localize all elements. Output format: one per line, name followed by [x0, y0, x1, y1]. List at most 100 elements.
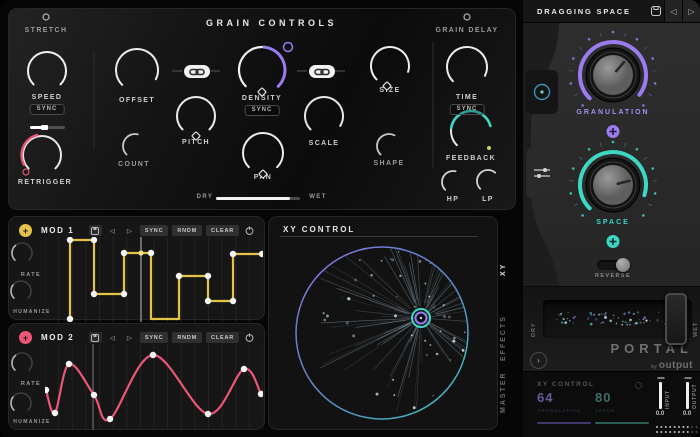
mod2-humanize-knob[interactable]	[13, 390, 41, 418]
space-value-label: SPACE	[595, 408, 615, 413]
granulation-value-label: GRANULATION	[537, 408, 581, 413]
density-knob[interactable]	[237, 45, 287, 95]
preset-save-button[interactable]	[647, 0, 664, 22]
power-icon	[245, 226, 254, 235]
mod1-color-dot[interactable]: +	[19, 224, 32, 237]
mod1-power-button[interactable]	[243, 225, 256, 236]
space-knob[interactable]	[581, 153, 645, 217]
mod2-rate-label: RATE	[21, 381, 41, 387]
granulation-add-mod-button[interactable]	[607, 125, 620, 138]
tab-effects[interactable]: EFFECTS	[500, 312, 522, 364]
granulation-knob[interactable]	[581, 43, 645, 107]
feedback-label: FEEDBACK	[446, 155, 496, 162]
input-value: 0.0	[653, 411, 667, 417]
plus-icon: +	[23, 333, 28, 343]
density-label: DENSITY	[242, 95, 282, 102]
expand-chevron-button[interactable]: ›	[530, 352, 547, 369]
mod2-clear-button[interactable]: CLEAR	[206, 332, 239, 343]
drywet-slider[interactable]	[216, 197, 300, 200]
chain-link-icon	[189, 68, 205, 76]
mod2-power-button[interactable]	[243, 332, 256, 343]
plus-icon	[610, 238, 617, 245]
grain-delay-toggle[interactable]	[457, 11, 477, 35]
mod1-save-button[interactable]	[89, 225, 102, 236]
preset-prev-button[interactable]: ◁	[664, 0, 682, 22]
sliders-view-tab[interactable]	[526, 148, 558, 198]
size-knob[interactable]	[369, 45, 411, 87]
reverse-toggle-knob[interactable]	[616, 258, 630, 272]
input-meter-label: INPUT	[665, 382, 671, 409]
shape-label: SHAPE	[373, 160, 404, 167]
space-label: SPACE	[596, 219, 630, 226]
pitch-label: PITCH	[182, 139, 210, 146]
pitch-knob[interactable]	[175, 95, 217, 137]
tab-master[interactable]: MASTER	[500, 368, 522, 416]
space-add-mod-button[interactable]	[607, 235, 620, 248]
mod1-rndm-button[interactable]: RNDM	[172, 225, 202, 236]
save-icon	[651, 6, 661, 16]
mod2-prev-button[interactable]: ◁	[106, 332, 119, 343]
scale-label: SCALE	[309, 140, 340, 147]
retrigger-label: RETRIGGER	[18, 179, 72, 186]
output-brand: output	[659, 360, 693, 371]
stretch-toggle[interactable]	[36, 11, 56, 35]
space-underline	[595, 422, 649, 424]
mod2-curve-editor[interactable]	[45, 344, 263, 430]
feedback-knob[interactable]	[449, 109, 493, 153]
mod1-humanize-knob[interactable]	[13, 281, 41, 309]
mod1-title: MOD 1	[41, 226, 89, 235]
mod2-rate-knob[interactable]	[13, 351, 41, 379]
mod1-panel: + MOD 1 ◁ ▷ SYNC RNDM CLEAR RATE HUMANIZ…	[8, 216, 265, 320]
tab-xy[interactable]: XY	[500, 258, 522, 280]
preset-name: DRAGGING SPACE	[537, 7, 647, 16]
plus-icon	[610, 128, 617, 135]
mod1-prev-button[interactable]: ◁	[106, 225, 119, 236]
retrigger-knob[interactable]	[21, 134, 63, 176]
mod2-color-dot[interactable]: +	[19, 331, 32, 344]
count-label: COUNT	[118, 161, 150, 168]
offset-knob[interactable]	[114, 47, 160, 93]
speed-sync-button[interactable]: SYNC	[30, 104, 65, 115]
xy-readout-strip: XY CONTROL 64 GRANULATION 80 SPACE INPUT…	[523, 371, 700, 437]
space-drywet-handle[interactable]	[665, 293, 687, 345]
reverse-toggle[interactable]	[597, 260, 628, 270]
xy-view-tab[interactable]	[526, 70, 558, 114]
granulation-underline	[537, 422, 591, 424]
pan-knob[interactable]	[241, 131, 285, 175]
mod1-rate-knob[interactable]	[13, 244, 41, 272]
count-knob[interactable]	[121, 132, 149, 160]
time-knob[interactable]	[445, 45, 489, 89]
mod2-humanize-label: HUMANIZE	[13, 419, 51, 425]
mod2-rndm-button[interactable]: RNDM	[172, 332, 202, 343]
mod1-sync-button[interactable]: SYNC	[140, 225, 168, 236]
density-sync-button[interactable]: SYNC	[245, 105, 280, 116]
xy-panel-title: XY CONTROL	[283, 225, 355, 234]
preset-header: DRAGGING SPACE ◁ ▷	[523, 0, 700, 23]
mod1-next-button[interactable]: ▷	[123, 225, 136, 236]
shape-knob[interactable]	[375, 132, 403, 160]
lp-knob[interactable]	[475, 168, 501, 194]
link-offset-density-button[interactable]	[184, 65, 210, 78]
mod2-save-button[interactable]	[89, 332, 102, 343]
speed-label: SPEED	[32, 94, 63, 101]
save-icon	[91, 334, 99, 342]
speed-mini-slider[interactable]	[30, 126, 65, 129]
space-dry-label: DRY	[531, 303, 537, 337]
mod1-step-sequencer[interactable]	[45, 237, 263, 322]
xy-pad[interactable]	[295, 246, 470, 419]
wet-label: WET	[309, 194, 327, 200]
readout-indicator	[635, 382, 642, 389]
preset-next-button[interactable]: ▷	[682, 0, 700, 22]
mod1-rate-label: RATE	[21, 272, 41, 278]
mod2-next-button[interactable]: ▷	[123, 332, 136, 343]
mod2-sync-button[interactable]: SYNC	[140, 332, 168, 343]
xy-handle[interactable]	[410, 308, 432, 330]
link-density-size-button[interactable]	[309, 65, 335, 78]
speed-mini-handle[interactable]	[41, 125, 48, 131]
scale-knob[interactable]	[303, 95, 345, 137]
hp-knob[interactable]	[440, 169, 466, 195]
mod1-clear-button[interactable]: CLEAR	[206, 225, 239, 236]
granulation-label: GRANULATION	[576, 109, 649, 116]
speed-knob[interactable]	[26, 50, 68, 92]
grip-dots[interactable]	[654, 424, 700, 435]
